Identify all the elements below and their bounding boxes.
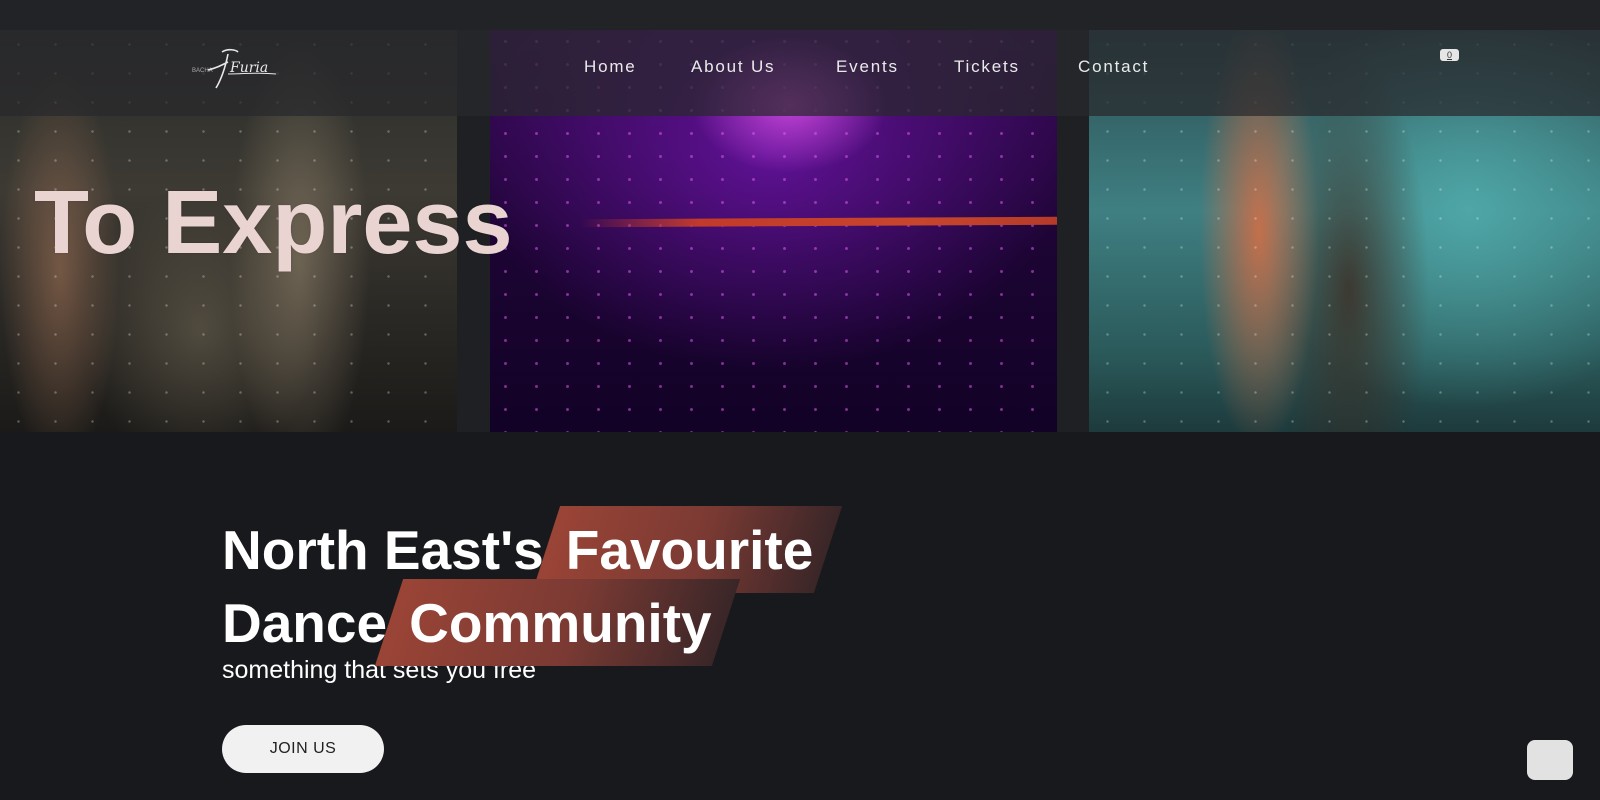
join-us-button[interactable]: JOIN US xyxy=(222,725,384,773)
nav-contact[interactable]: Contact xyxy=(1078,57,1149,77)
signature-logo-icon: BACHA Furia xyxy=(192,48,277,89)
headline-text: Dance xyxy=(222,592,388,654)
site-header: BACHA Furia Home About Us Events Tickets… xyxy=(0,30,1600,116)
hero-overlay-word: To Express xyxy=(34,173,513,273)
headline-highlight: Favourite xyxy=(546,514,828,587)
nav-about-us[interactable]: About Us xyxy=(691,57,775,77)
cart-count-badge[interactable]: 0 xyxy=(1440,49,1459,61)
site-logo[interactable]: BACHA Furia xyxy=(192,44,282,94)
nav-events[interactable]: Events xyxy=(836,57,899,77)
nav-tickets[interactable]: Tickets xyxy=(954,57,1020,77)
hero-headline: North East's Favourite Dance Community xyxy=(222,514,827,660)
nav-home[interactable]: Home xyxy=(584,57,637,77)
headline-text: North East's xyxy=(222,519,544,581)
chat-widget-button[interactable] xyxy=(1527,740,1573,780)
top-strip xyxy=(0,0,1600,30)
headline-line-1: North East's Favourite xyxy=(222,514,827,587)
headline-line-2: Dance Community xyxy=(222,587,827,660)
headline-highlight: Community xyxy=(389,587,726,660)
